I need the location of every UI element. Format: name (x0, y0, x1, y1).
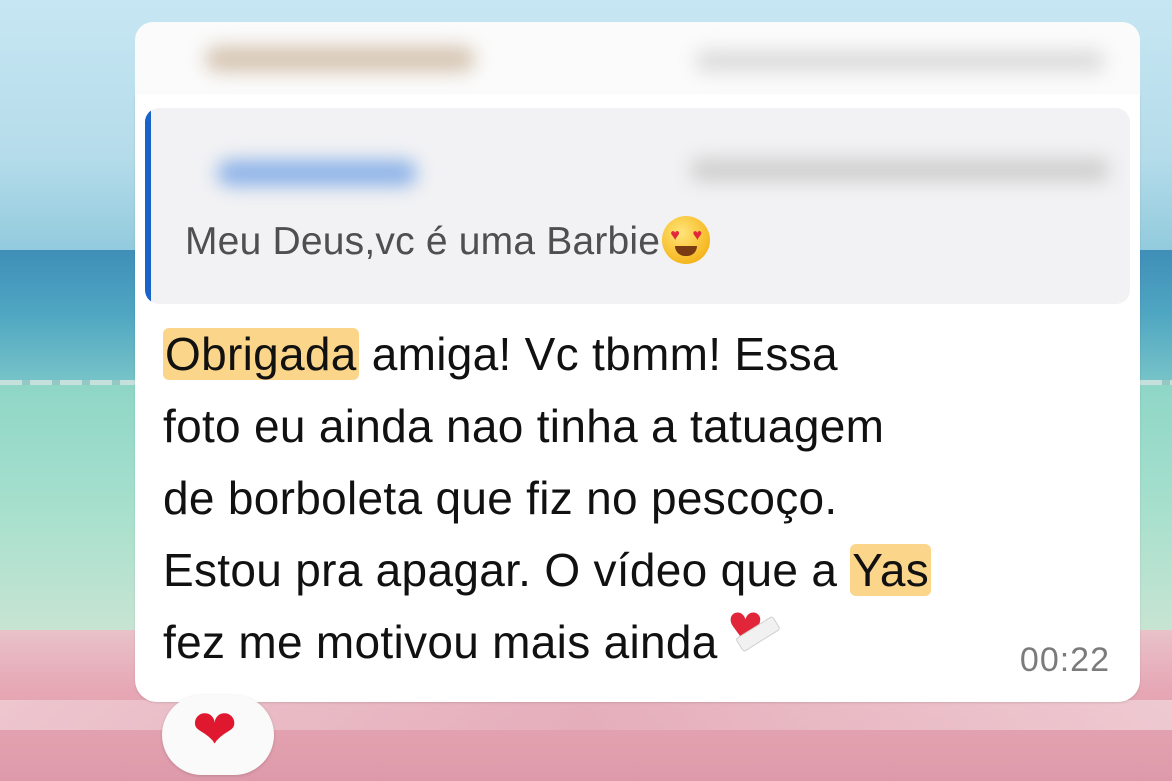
message-reaction[interactable]: ❤ (162, 695, 274, 775)
message-line: de borboleta que fiz no pescoço. (163, 472, 838, 524)
heart-eyes-emoji-icon: ♥ ♥ (662, 216, 711, 264)
quote-accent-bar (145, 108, 151, 304)
highlighted-word: Obrigada (163, 328, 359, 380)
message-line: Obrigada amiga! Vc tbmm! Essa (163, 318, 1113, 390)
message-line-text: Estou pra apagar. O vídeo que a (163, 544, 851, 596)
blurred-contact-header (135, 22, 1140, 94)
message-text: Obrigada amiga! Vc tbmm! Essa foto eu ai… (163, 318, 1113, 678)
blurred-quoted-author (217, 160, 417, 186)
highlighted-word: Yas (850, 544, 932, 596)
quoted-text: Meu Deus,vc é uma Barbie (185, 220, 661, 263)
quoted-message-text: Meu Deus,vc é uma Barbie ♥ ♥ (185, 216, 711, 264)
message-line: Estou pra apagar. O vídeo que a Yas (163, 534, 1113, 606)
mending-heart-emoji-icon: ♥ (728, 596, 784, 664)
red-heart-reaction-icon: ❤ (192, 700, 238, 760)
blurred-contact-info (695, 50, 1105, 72)
message-bubble[interactable]: Meu Deus,vc é uma Barbie ♥ ♥ Obrigada amig… (135, 94, 1140, 702)
message-line-text: amiga! Vc tbmm! Essa (358, 328, 838, 380)
message-timestamp: 00:22 (1019, 641, 1110, 679)
message-line: fez me motivou mais ainda ♥ (163, 596, 1113, 678)
blurred-contact-name (205, 46, 475, 72)
message-line-text: fez me motivou mais ainda (163, 616, 718, 668)
message-line: foto eu ainda nao tinha a tatuagem (163, 400, 885, 452)
blurred-quoted-info (690, 158, 1110, 182)
quoted-message[interactable]: Meu Deus,vc é uma Barbie ♥ ♥ (145, 108, 1130, 304)
